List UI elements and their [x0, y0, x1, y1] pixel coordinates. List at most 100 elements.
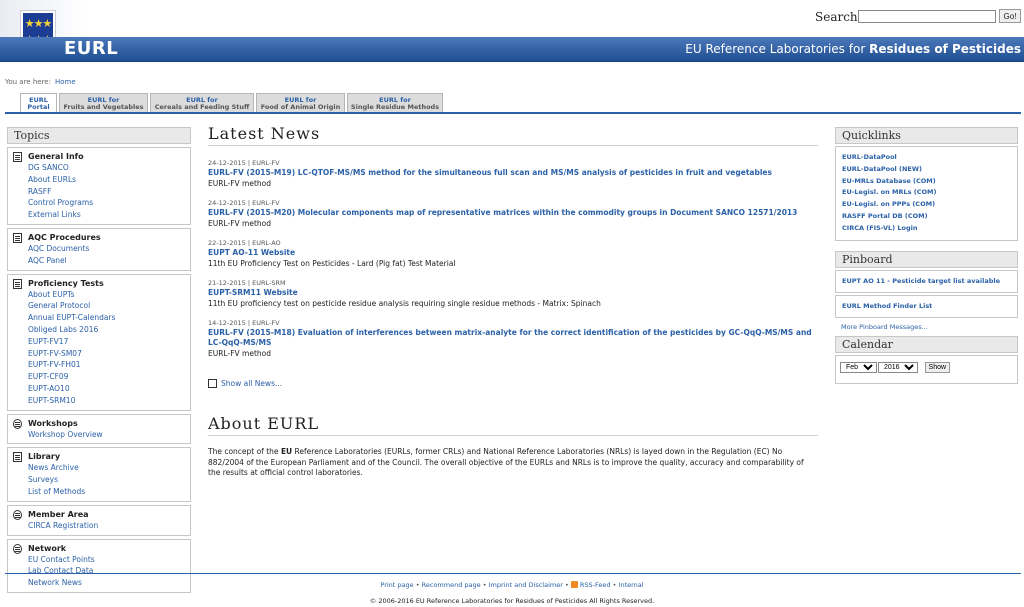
- site-title-bold: Residues of Pesticides: [869, 42, 1021, 56]
- topic-link-annual-calendars[interactable]: Annual EUPT-Calendars: [28, 312, 190, 324]
- topic-link-eu-contact-points[interactable]: EU Contact Points: [28, 554, 190, 566]
- tab-line2: Cereals and Feeding Stuff: [154, 103, 250, 111]
- topic-title: Member Area: [28, 509, 89, 519]
- topic-group-library: Library News Archive Surveys List of Met…: [7, 447, 191, 502]
- footer-separator: •: [612, 581, 617, 589]
- tab-single-residue-methods[interactable]: EURL for Single Residue Methods: [347, 93, 443, 113]
- topic-title: AQC Procedures: [28, 232, 101, 242]
- news-meta: 24-12-2015 | EURL-FV: [208, 159, 280, 167]
- topic-link-general-protocol[interactable]: General Protocol: [28, 300, 190, 312]
- topic-link-surveys[interactable]: Surveys: [28, 474, 190, 486]
- quicklink-circa-login[interactable]: CIRCA (FIS-VL) Login: [842, 223, 1011, 235]
- tab-line2: Single Residue Methods: [350, 103, 440, 111]
- news-item: 24-12-2015 | EURL-FV EURL-FV (2015-M20) …: [208, 199, 818, 229]
- quicklinks-title: Quicklinks: [835, 127, 1018, 144]
- topic-link-dg-sanco[interactable]: DG SANCO: [28, 162, 190, 174]
- rss-feed-link[interactable]: RSS-Feed: [580, 581, 611, 589]
- calendar-year-select[interactable]: 2016: [878, 361, 918, 373]
- breadcrumb-home-link[interactable]: Home: [55, 78, 76, 86]
- tab-fruits-vegetables[interactable]: EURL for Fruits and Vegetables: [59, 93, 148, 113]
- news-title-link[interactable]: EURL-FV (2015-M20) Molecular components …: [208, 208, 818, 218]
- tab-line2: Portal: [27, 103, 50, 111]
- topic-link-circa-registration[interactable]: CIRCA Registration: [28, 520, 190, 532]
- news-title-link[interactable]: EUPT-SRM11 Website: [208, 288, 818, 298]
- topic-link-rasff[interactable]: RASFF: [28, 186, 190, 198]
- pinboard-item[interactable]: EURL Method Finder List: [835, 294, 1018, 318]
- search-input[interactable]: [858, 10, 996, 23]
- tab-cereals-feeding-stuff[interactable]: EURL for Cereals and Feeding Stuff: [150, 93, 254, 113]
- calendar-month-select[interactable]: Feb: [840, 361, 877, 373]
- breadcrumb: You are here: Home: [5, 78, 76, 86]
- topic-group-proficiency-tests: Proficiency Tests About EUPTs General Pr…: [7, 273, 191, 411]
- about-text-start: The concept of the: [208, 447, 281, 456]
- news-title-link[interactable]: EURL-FV (2015-M18) Evaluation of interfe…: [208, 328, 818, 348]
- copyright-notice: © 2006-2016 EU Reference Laboratories fo…: [369, 597, 655, 605]
- topic-link-aqc-documents[interactable]: AQC Documents: [28, 243, 190, 255]
- tabs-divider: [5, 112, 1021, 114]
- news-meta: 14-12-2015 | EURL-FV: [208, 319, 280, 327]
- topic-link-eupt-fv-sm07[interactable]: EUPT-FV-SM07: [28, 348, 190, 360]
- topic-link-about-eupts[interactable]: About EUPTs: [28, 289, 190, 301]
- search-label: Search:: [815, 10, 862, 24]
- tab-eurl-portal[interactable]: EURL Portal: [20, 93, 57, 114]
- topic-link-list-of-methods[interactable]: List of Methods: [28, 486, 190, 498]
- internal-link[interactable]: Internal: [619, 581, 644, 589]
- users-icon: [13, 509, 22, 520]
- quicklink-eurl-datapool-new[interactable]: EURL-DataPool (NEW): [842, 164, 1011, 176]
- news-title-link[interactable]: EURL-FV (2015-M19) LC-QTOF-MS/MS method …: [208, 168, 818, 178]
- topic-link-lab-contact-data[interactable]: Lab Contact Data: [28, 565, 190, 577]
- topic-link-eupt-fv17[interactable]: EUPT-FV17: [28, 336, 190, 348]
- footer-separator: •: [482, 581, 487, 589]
- news-subtitle: EURL-FV method: [208, 219, 271, 228]
- topic-link-eupt-srm10[interactable]: EUPT-SRM10: [28, 395, 190, 407]
- tab-line2: Food of Animal Origin: [260, 103, 341, 111]
- quicklink-eu-legisl-mrls[interactable]: EU-Legisl. on MRLs (COM): [842, 187, 1011, 199]
- about-text-bold: EU: [280, 447, 293, 456]
- news-item: 14-12-2015 | EURL-FV EURL-FV (2015-M18) …: [208, 319, 818, 359]
- topic-link-news-archive[interactable]: News Archive: [28, 462, 190, 474]
- quicklink-eu-mrls-database[interactable]: EU-MRLs Database (COM): [842, 176, 1011, 188]
- site-header: ★★★★★★ European Commission Search: Go! E…: [0, 0, 1024, 62]
- topic-title: Network: [28, 543, 67, 553]
- document-icon: [13, 278, 22, 289]
- calendar-show-button[interactable]: Show: [924, 361, 951, 373]
- workshop-icon: [13, 418, 22, 429]
- topic-group-workshops: Workshops Workshop Overview: [7, 413, 191, 445]
- calendar-box: Feb 2016 Show: [835, 354, 1018, 384]
- tab-line2: Fruits and Vegetables: [63, 103, 144, 111]
- pinboard-more-link[interactable]: More Pinboard Messages...: [835, 318, 1018, 336]
- news-meta: 21-12-2015 | EURL-SRM: [208, 279, 286, 287]
- quicklink-eu-legisl-ppps[interactable]: EU-Legisl. on PPPs (COM): [842, 199, 1011, 211]
- rss-icon: [570, 581, 578, 588]
- topics-sidebar: Topics General Info DG SANCO About EURLs…: [7, 127, 191, 593]
- topic-link-external-links[interactable]: External Links: [28, 209, 190, 221]
- quicklink-rasff-portal[interactable]: RASFF Portal DB (COM): [842, 211, 1011, 223]
- recommend-page-link[interactable]: Recommend page: [422, 581, 481, 589]
- topic-link-about-eurls[interactable]: About EURLs: [28, 174, 190, 186]
- topic-link-eupt-ao10[interactable]: EUPT-AO10: [28, 383, 190, 395]
- imprint-disclaimer-link[interactable]: Imprint and Disclaimer: [489, 581, 563, 589]
- topic-title: Workshops: [28, 418, 78, 428]
- news-archive-icon: [208, 379, 217, 388]
- about-text-rest: Reference Laboratories (EURLs, former CR…: [208, 447, 804, 477]
- topic-group-general-info: General Info DG SANCO About EURLs RASFF …: [7, 147, 191, 225]
- site-banner: EURL EU Reference Laboratories for Resid…: [0, 37, 1024, 62]
- topic-link-workshop-overview[interactable]: Workshop Overview: [28, 429, 190, 441]
- topic-link-eupt-fv-fh01[interactable]: EUPT-FV-FH01: [28, 359, 190, 371]
- document-icon: [13, 152, 22, 162]
- about-eurl-text: The concept of the EU Reference Laborato…: [208, 447, 818, 479]
- show-all-news-link[interactable]: Show all News...: [208, 379, 818, 388]
- news-title-link[interactable]: EUPT AO-11 Website: [208, 248, 818, 258]
- print-page-link[interactable]: Print page: [380, 581, 413, 589]
- site-title-prefix: EU Reference Laboratories for: [685, 42, 866, 56]
- quicklink-eurl-datapool[interactable]: EURL-DataPool: [842, 152, 1011, 164]
- topic-link-eupt-cf09[interactable]: EUPT-CF09: [28, 371, 190, 383]
- show-all-news-label: Show all News...: [221, 379, 283, 388]
- topic-link-control-programs[interactable]: Control Programs: [28, 197, 190, 209]
- tab-food-animal-origin[interactable]: EURL for Food of Animal Origin: [256, 93, 345, 113]
- pinboard-item[interactable]: EUPT AO 11 - Pesticide target list avail…: [835, 269, 1018, 293]
- search-go-button[interactable]: Go!: [999, 9, 1021, 23]
- eurl-logo[interactable]: EURL: [64, 38, 118, 59]
- topic-link-aqc-panel[interactable]: AQC Panel: [28, 255, 190, 267]
- topic-link-obliged-labs[interactable]: Obliged Labs 2016: [28, 324, 190, 336]
